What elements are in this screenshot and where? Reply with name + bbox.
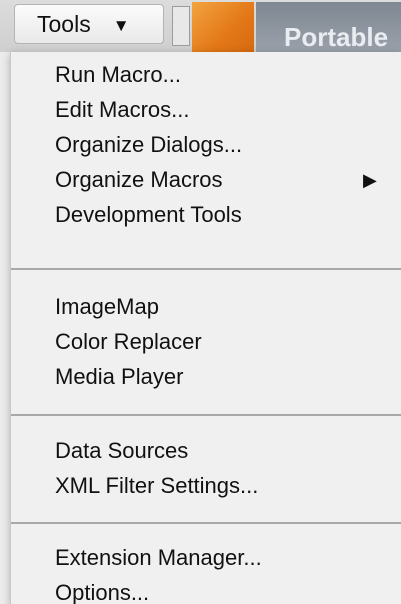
menu-item-label: Color Replacer — [55, 329, 202, 354]
toolbar: Tools ▼ Portable — [0, 0, 401, 52]
menu-separator — [11, 268, 401, 270]
menu-item-label: Development Tools — [55, 202, 242, 227]
tools-dropdown-menu: Run Macro... Edit Macros... Organize Dia… — [10, 52, 401, 604]
menu-item-organize-macros[interactable]: Organize Macros — [55, 163, 401, 197]
menu-separator — [11, 414, 401, 416]
menu-item-data-sources[interactable]: Data Sources — [55, 434, 188, 468]
menu-item-options[interactable]: Options... — [55, 576, 149, 604]
background-window-text: Portable — [284, 22, 389, 52]
menu-item-edit-macros[interactable]: Edit Macros... — [55, 93, 189, 127]
menu-item-extension-manager[interactable]: Extension Manager... — [55, 541, 262, 575]
background-window-title: Portable — [256, 2, 401, 52]
triangle-right-icon: ▶ — [363, 170, 377, 190]
tools-menu-button[interactable]: Tools ▼ — [14, 4, 164, 44]
caret-down-icon: ▼ — [112, 15, 130, 35]
menu-item-imagemap[interactable]: ImageMap — [55, 290, 159, 324]
menu-item-label: Run Macro... — [55, 62, 181, 87]
screen: Tools ▼ Portable Run Macro... Edit Macro… — [0, 0, 401, 604]
menu-item-label: Extension Manager... — [55, 545, 262, 570]
menu-item-label: Organize Dialogs... — [55, 132, 243, 157]
document-icon — [192, 2, 254, 52]
menu-item-label: XML Filter Settings... — [55, 473, 259, 498]
menu-item-organize-dialogs[interactable]: Organize Dialogs... — [55, 128, 242, 162]
menu-item-label: Organize Macros — [55, 167, 223, 192]
menu-item-label: Options... — [55, 580, 150, 604]
toolbar-separator-handle — [172, 6, 190, 46]
menu-item-xml-filter-settings[interactable]: XML Filter Settings... — [55, 469, 258, 503]
menu-separator — [11, 522, 401, 524]
menu-item-run-macro[interactable]: Run Macro... — [55, 58, 181, 92]
menu-item-development-tools[interactable]: Development Tools — [55, 198, 242, 232]
menu-item-label: Edit Macros... — [55, 97, 190, 122]
menu-item-media-player[interactable]: Media Player — [55, 360, 183, 394]
menu-item-label: ImageMap — [55, 294, 159, 319]
menu-item-color-replacer[interactable]: Color Replacer — [55, 325, 202, 359]
menu-item-label: Data Sources — [55, 438, 189, 463]
menu-item-label: Media Player — [55, 364, 184, 389]
tools-menu-label: Tools — [37, 10, 91, 37]
